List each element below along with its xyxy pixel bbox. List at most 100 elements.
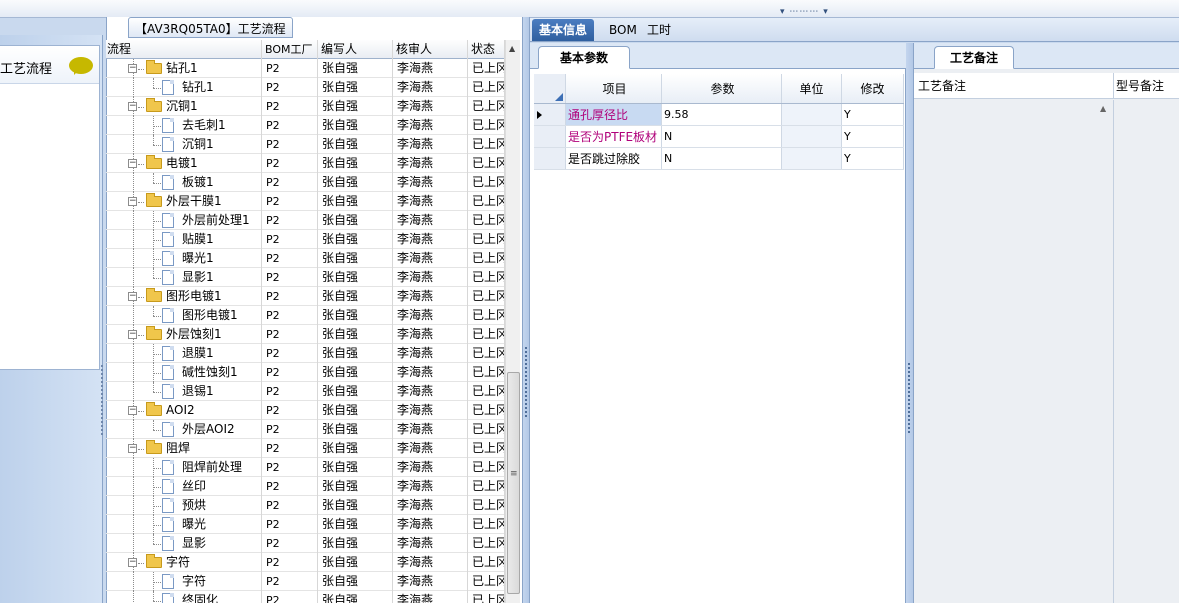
tree-row[interactable]: 板镀1 P2 张自强 李海燕 已上冈 [106,173,505,192]
tree-row[interactable]: 退锡1 P2 张自强 李海燕 已上冈 [106,382,505,401]
tree-cell-process[interactable]: 显影 [106,534,262,553]
col-header-item[interactable]: 项目 [566,74,662,103]
tree-row[interactable]: − 外层干膜1 P2 张自强 李海燕 已上冈 [106,192,505,211]
tree-cell-reviewer[interactable]: 李海燕 [393,458,468,477]
col-header-reviewer[interactable]: 核审人 [393,40,468,59]
tree-cell-reviewer[interactable]: 李海燕 [393,572,468,591]
tree-cell-status[interactable]: 已上冈 [468,344,505,363]
tree-cell-reviewer[interactable]: 李海燕 [393,230,468,249]
tree-cell-status[interactable]: 已上冈 [468,553,505,572]
tree-cell-process[interactable]: 曝光 [106,515,262,534]
col-header-modify[interactable]: 修改 [842,74,904,103]
expander-icon[interactable]: − [128,444,137,453]
param-modify-cell[interactable]: Y [842,126,904,147]
collapse-grip[interactable]: ▾ ⋯⋯⋯ ▾ [780,8,844,17]
tree-cell-status[interactable]: 已上冈 [468,515,505,534]
expander-icon[interactable]: − [128,558,137,567]
splitter-grip[interactable] [908,363,910,433]
tree-cell-writer[interactable]: 张自强 [318,78,393,97]
tree-cell-bom-factory[interactable]: P2 [262,230,318,249]
tree-cell-bom-factory[interactable]: P2 [262,192,318,211]
tree-cell-writer[interactable]: 张自强 [318,192,393,211]
tree-cell-status[interactable]: 已上冈 [468,59,505,78]
tree-cell-status[interactable]: 已上冈 [468,287,505,306]
tab-process-notes[interactable]: 工艺备注 [934,46,1014,69]
left-splitter-handle[interactable] [101,365,104,435]
tree-cell-status[interactable]: 已上冈 [468,382,505,401]
tree-row[interactable]: 预烘 P2 张自强 李海燕 已上冈 [106,496,505,515]
tree-cell-bom-factory[interactable]: P2 [262,477,318,496]
tree-cell-status[interactable]: 已上冈 [468,325,505,344]
tree-cell-writer[interactable]: 张自强 [318,325,393,344]
tree-row[interactable]: − 字符 P2 张自强 李海燕 已上冈 [106,553,505,572]
tree-cell-status[interactable]: 已上冈 [468,249,505,268]
tree-cell-bom-factory[interactable]: P2 [262,249,318,268]
tree-cell-reviewer[interactable]: 李海燕 [393,363,468,382]
tree-row[interactable]: 碱性蚀刻1 P2 张自强 李海燕 已上冈 [106,363,505,382]
col-header-param[interactable]: 参数 [662,74,782,103]
tree-cell-bom-factory[interactable]: P2 [262,534,318,553]
tree-cell-reviewer[interactable]: 李海燕 [393,287,468,306]
tree-cell-reviewer[interactable]: 李海燕 [393,249,468,268]
tree-row[interactable]: 去毛刺1 P2 张自强 李海燕 已上冈 [106,116,505,135]
tree-cell-process[interactable]: − 图形电镀1 [106,287,262,306]
tree-cell-writer[interactable]: 张自强 [318,458,393,477]
tree-cell-process[interactable]: 字符 [106,572,262,591]
tree-cell-status[interactable]: 已上冈 [468,97,505,116]
tree-cell-bom-factory[interactable]: P2 [262,59,318,78]
tree-cell-process[interactable]: 沉铜1 [106,135,262,154]
tree-cell-writer[interactable]: 张自强 [318,401,393,420]
tree-cell-process[interactable]: 钻孔1 [106,78,262,97]
tree-cell-bom-factory[interactable]: P2 [262,363,318,382]
tree-cell-reviewer[interactable]: 李海燕 [393,59,468,78]
tree-row[interactable]: − 沉铜1 P2 张自强 李海燕 已上冈 [106,97,505,116]
tree-cell-process[interactable]: − 阻焊 [106,439,262,458]
tree-row[interactable]: 退膜1 P2 张自强 李海燕 已上冈 [106,344,505,363]
tree-cell-status[interactable]: 已上冈 [468,135,505,154]
tree-cell-bom-factory[interactable]: P2 [262,458,318,477]
tree-cell-writer[interactable]: 张自强 [318,496,393,515]
tree-cell-bom-factory[interactable]: P2 [262,78,318,97]
expander-icon[interactable]: − [128,64,137,73]
tree-row[interactable]: 曝光1 P2 张自强 李海燕 已上冈 [106,249,505,268]
tree-cell-process[interactable]: − 外层干膜1 [106,192,262,211]
tree-cell-reviewer[interactable]: 李海燕 [393,135,468,154]
col-header-unit[interactable]: 单位 [782,74,842,103]
param-item-cell[interactable]: 是否跳过除胶 [566,148,662,169]
tree-cell-writer[interactable]: 张自强 [318,173,393,192]
splitter-grip[interactable] [525,347,527,417]
tree-cell-status[interactable]: 已上冈 [468,230,505,249]
tree-cell-status[interactable]: 已上冈 [468,439,505,458]
expander-icon[interactable]: − [128,406,137,415]
tree-cell-writer[interactable]: 张自强 [318,477,393,496]
tree-cell-bom-factory[interactable]: P2 [262,173,318,192]
tree-cell-reviewer[interactable]: 李海燕 [393,268,468,287]
tree-cell-writer[interactable]: 张自强 [318,230,393,249]
tree-row[interactable]: 显影1 P2 张自强 李海燕 已上冈 [106,268,505,287]
col-header-status[interactable]: 状态 [468,40,505,59]
tree-cell-reviewer[interactable]: 李海燕 [393,515,468,534]
tree-cell-reviewer[interactable]: 李海燕 [393,306,468,325]
tree-cell-process[interactable]: − 字符 [106,553,262,572]
tree-cell-reviewer[interactable]: 李海燕 [393,211,468,230]
tree-cell-writer[interactable]: 张自强 [318,572,393,591]
tree-row[interactable]: 字符 P2 张自强 李海燕 已上冈 [106,572,505,591]
tree-row[interactable]: − 钻孔1 P2 张自强 李海燕 已上冈 [106,59,505,78]
param-unit-cell[interactable] [782,148,842,169]
expander-icon[interactable]: − [128,102,137,111]
params-row[interactable]: 通孔厚径比 9.58 Y [534,104,904,126]
tree-cell-status[interactable]: 已上冈 [468,401,505,420]
tree-cell-writer[interactable]: 张自强 [318,439,393,458]
tree-cell-reviewer[interactable]: 李海燕 [393,97,468,116]
tree-row[interactable]: 贴膜1 P2 张自强 李海燕 已上冈 [106,230,505,249]
scroll-thumb[interactable]: ≡ [507,372,520,594]
tree-row[interactable]: 图形电镀1 P2 张自强 李海燕 已上冈 [106,306,505,325]
col-header-process-notes[interactable]: 工艺备注 [914,73,1114,99]
scroll-up-arrow-icon[interactable]: ▲ [1100,104,1106,113]
tree-cell-process[interactable]: 去毛刺1 [106,116,262,135]
tree-cell-status[interactable]: 已上冈 [468,78,505,97]
col-header-bom-factory[interactable]: BOM工厂 [262,40,318,59]
param-unit-cell[interactable] [782,126,842,147]
tree-cell-process[interactable]: − 外层蚀刻1 [106,325,262,344]
model-notes-textarea[interactable] [1115,100,1179,603]
